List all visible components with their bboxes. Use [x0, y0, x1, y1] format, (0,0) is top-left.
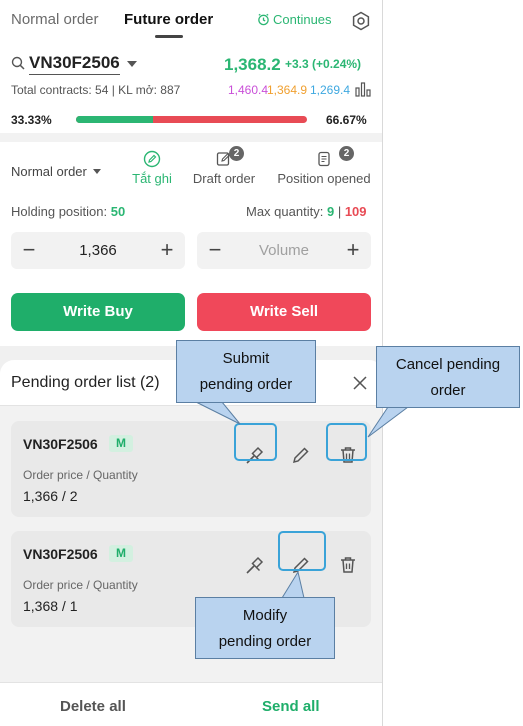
continues-label: Continues [273, 12, 332, 27]
mode-tat-ghi[interactable]: Tắt ghi [127, 150, 177, 186]
document-list-icon [318, 151, 330, 167]
send-all-button[interactable]: Send all [262, 698, 320, 715]
price-increase-button[interactable]: + [157, 238, 177, 262]
modify-callout-line2: pending order [218, 633, 312, 650]
delete-all-button[interactable]: Delete all [60, 698, 126, 715]
cancel-callout: Cancel pending order [376, 346, 520, 408]
tab-future-order[interactable]: Future order [124, 11, 213, 28]
submit-icon-highlight [234, 423, 277, 461]
cancel-callout-line2: order [430, 382, 466, 399]
positions-count-badge: 2 [339, 146, 354, 161]
order-type-badge: M [109, 545, 133, 562]
buy-ratio-fill [76, 116, 153, 123]
max-quantity-label: Max quantity: [246, 204, 324, 219]
mode-position-opened[interactable]: 2 Position opened [272, 146, 376, 186]
continues-toggle[interactable]: Continues [257, 12, 332, 27]
pending-list-title: Pending order list (2) [11, 374, 160, 391]
modify-callout: Modify pending order [195, 597, 335, 659]
holding-value: 50 [110, 204, 126, 219]
last-price: 1,368.2 [224, 55, 281, 74]
max-sell-quantity: 109 [344, 204, 367, 219]
modify-callout-line1: Modify [242, 607, 288, 624]
mode-draft-label: Draft order [192, 171, 256, 186]
price-input[interactable]: 1,366 [41, 242, 155, 259]
holding-position: Holding position: 50 [11, 204, 125, 219]
submit-callout-line1: Submit [222, 350, 270, 367]
price-stepper: − 1,366 + [11, 232, 185, 269]
chevron-down-icon[interactable] [127, 61, 137, 67]
write-buy-button[interactable]: Write Buy [11, 293, 185, 331]
active-tab-indicator [155, 35, 183, 38]
order-price-quantity: 1,366 / 2 [23, 488, 78, 504]
draft-count-badge: 2 [229, 146, 244, 161]
sell-ratio-text: 66.67% [326, 113, 367, 127]
volume-stepper: − Volume + [197, 232, 371, 269]
section-divider [0, 133, 382, 142]
cancel-callout-line1: Cancel pending [395, 356, 501, 373]
holding-label: Holding position: [11, 204, 108, 219]
bar-chart-icon[interactable] [355, 82, 371, 97]
tab-normal-order[interactable]: Normal order [11, 11, 99, 28]
volume-increase-button[interactable]: + [343, 238, 363, 262]
order-type-label: Normal order [11, 164, 87, 179]
volume-input[interactable]: Volume [227, 242, 341, 259]
order-price-quantity-label: Order price / Quantity [23, 468, 138, 482]
max-buy-quantity: 9 [326, 204, 335, 219]
order-price-quantity: 1,368 / 1 [23, 598, 78, 614]
trash-icon[interactable] [337, 554, 359, 576]
mode-draft-order[interactable]: 2 Draft order [188, 146, 260, 186]
order-type-select[interactable]: Normal order [11, 164, 101, 179]
contracts-info: Total contracts: 54 | KL mở: 887 [11, 83, 181, 97]
mode-tat-ghi-label: Tắt ghi [132, 171, 172, 186]
order-symbol: VN30F2506 [23, 436, 98, 452]
order-symbol: VN30F2506 [23, 546, 98, 562]
price-change: +3.3 (+0.24%) [285, 57, 362, 71]
hammer-submit-icon[interactable] [244, 554, 266, 576]
top-tab-bar: Normal order Future order Continues [0, 0, 382, 40]
max-quantity-separator: | [337, 204, 342, 219]
pending-footer: Delete all Send all [0, 682, 382, 726]
settings-gear-icon[interactable] [351, 11, 371, 31]
alarm-clock-icon [258, 13, 269, 26]
order-type-badge: M [109, 435, 133, 452]
submit-callout: Submit pending order [176, 340, 316, 403]
buy-sell-ratio-bar [76, 116, 307, 123]
reference-price: 1,364.9 [267, 83, 308, 97]
submit-callout-line2: pending order [199, 376, 293, 393]
modify-icon-highlight [278, 531, 326, 571]
floor-price: 1,269.4 [310, 83, 351, 97]
write-sell-button[interactable]: Write Sell [197, 293, 371, 331]
cancel-icon-highlight [326, 423, 367, 461]
ceiling-price: 1,460.4 [228, 83, 269, 97]
close-icon[interactable] [352, 375, 368, 391]
buy-ratio-text: 33.33% [11, 113, 52, 127]
price-decrease-button[interactable]: − [19, 238, 39, 262]
pending-order-card: VN30F2506 M Order price / Quantity 1,366… [11, 421, 371, 517]
symbol-selector[interactable]: VN30F2506 [29, 53, 120, 75]
chevron-down-icon [92, 169, 101, 174]
pencil-circle-icon [143, 150, 161, 168]
max-quantity: Max quantity: 9 | 109 [246, 204, 367, 219]
order-price-quantity-label: Order price / Quantity [23, 578, 138, 592]
pencil-edit-icon[interactable] [290, 444, 312, 466]
mode-positions-label: Position opened [277, 171, 371, 186]
search-icon[interactable] [11, 56, 25, 70]
volume-decrease-button[interactable]: − [205, 238, 225, 262]
